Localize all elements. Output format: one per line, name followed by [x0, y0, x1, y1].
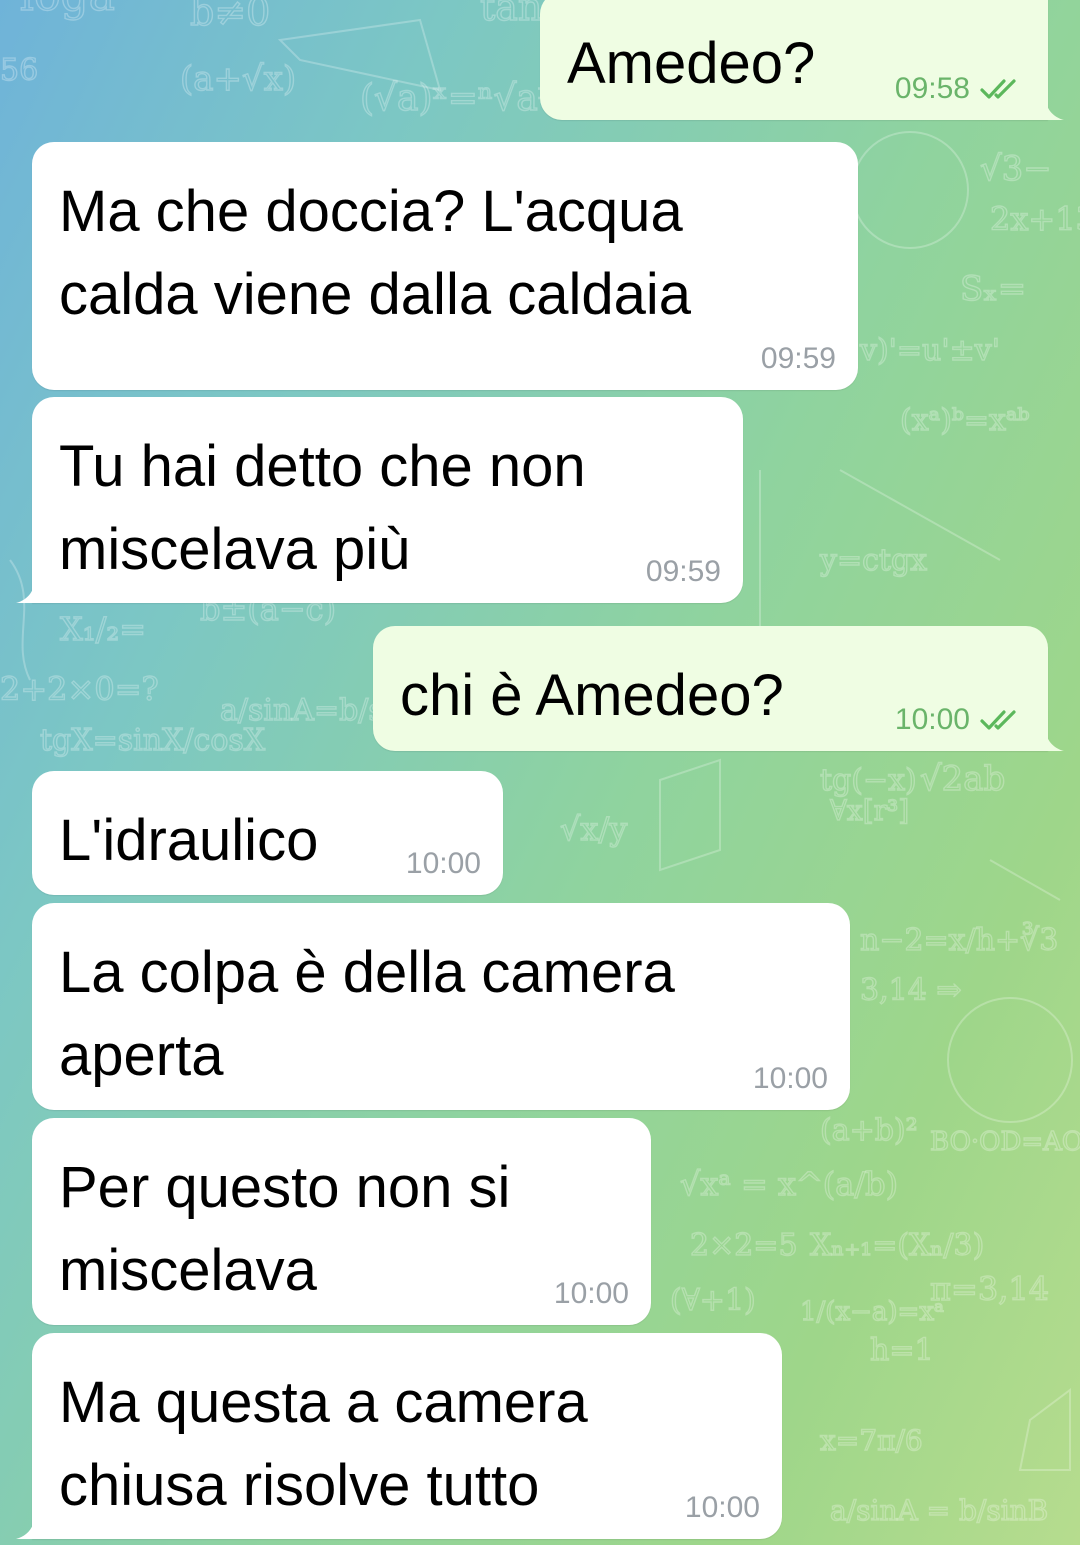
incoming-message-bubble[interactable]: Ma che doccia? L'acqua calda viene dalla… [32, 142, 858, 390]
message-text: Per questo non si miscelava [59, 1155, 511, 1303]
message-timestamp: 10:00 [752, 1062, 828, 1095]
message-meta: 09:59 [761, 342, 836, 376]
svg-text:(√a)ˣ=ⁿ√aˣ: (√a)ˣ=ⁿ√aˣ [360, 78, 553, 119]
message-timestamp: 10:00 [894, 703, 970, 736]
message-text: L'idraulico [59, 808, 319, 873]
message-meta: 10:00 [753, 1062, 828, 1096]
svg-text:2+2×0=?: 2+2×0=? [0, 670, 159, 708]
message-meta: 10:00 [406, 847, 481, 881]
svg-text:tgX=sinX/cosX: tgX=sinX/cosX [40, 723, 266, 758]
svg-text:(xᵃ)ᵇ=xᵃᵇ: (xᵃ)ᵇ=xᵃᵇ [900, 403, 1030, 438]
message-meta: 09:58 [895, 72, 1022, 106]
svg-text:b≠0: b≠0 [190, 0, 270, 34]
svg-text:(a+b)²: (a+b)² [820, 1113, 918, 1148]
message-meta: 10:00 [554, 1277, 629, 1311]
svg-text:X₁/₂=: X₁/₂= [60, 610, 146, 648]
svg-text:BO·OD=AO·O: BO·OD=AO·O [930, 1127, 1080, 1157]
message-meta: 09:59 [646, 555, 721, 589]
svg-text:3,14 ⇒: 3,14 ⇒ [860, 973, 961, 1008]
message-text: Tu hai detto che non miscelava più [59, 434, 586, 582]
svg-text:√3−: √3− [980, 149, 1052, 189]
incoming-message-bubble[interactable]: Tu hai detto che non miscelava più 09:59 [32, 397, 743, 603]
message-timestamp: 10:00 [405, 847, 481, 880]
svg-text:56: 56 [0, 53, 38, 88]
incoming-message-bubble[interactable]: L'idraulico 10:00 [32, 771, 503, 895]
message-text: Ma che doccia? L'acqua calda viene dalla… [59, 179, 691, 327]
message-text: Ma questa a camera chiusa risolve tutto [59, 1370, 588, 1518]
svg-text:√x/y: √x/y [560, 810, 627, 848]
svg-text:tg(−x): tg(−x) [820, 763, 917, 798]
svg-text:loga: loga [20, 0, 115, 21]
svg-text:√2ab: √2ab [920, 759, 1005, 799]
message-text: Amedeo? [567, 31, 816, 96]
svg-text:1/(x−a)=xᵃ: 1/(x−a)=xᵃ [800, 1297, 944, 1327]
svg-text:Xₙ₊₁=(Xₙ/3): Xₙ₊₁=(Xₙ/3) [810, 1228, 984, 1263]
svg-text:tan: tan [480, 0, 542, 29]
svg-text:π=3,14: π=3,14 [930, 1270, 1049, 1308]
svg-text:v)'=u'±v': v)'=u'±v' [859, 333, 1000, 368]
double-check-icon [980, 79, 1016, 99]
message-meta: 10:00 [685, 1491, 760, 1525]
double-check-icon [980, 710, 1016, 730]
svg-text:2x+13: 2x+13 [990, 200, 1080, 238]
svg-text:Sₓ=: Sₓ= [960, 269, 1026, 309]
message-timestamp: 09:59 [645, 555, 721, 588]
outgoing-message-bubble[interactable]: Amedeo? 09:58 [540, 0, 1048, 120]
svg-text:n−2=x/h+∛3: n−2=x/h+∛3 [860, 921, 1058, 958]
svg-text:∀x[r³]: ∀x[r³] [830, 794, 909, 827]
svg-text:y=ctgx: y=ctgx [819, 543, 927, 578]
message-text: La colpa è della camera aperta [59, 940, 675, 1088]
svg-text:x=7π/6: x=7π/6 [820, 1424, 923, 1457]
message-text: chi è Amedeo? [400, 663, 784, 728]
svg-text:a/sinA = b/sinB: a/sinA = b/sinB [830, 1494, 1048, 1527]
svg-text:(a+√x): (a+√x) [180, 59, 296, 99]
svg-text:2×2=5: 2×2=5 [690, 1228, 798, 1263]
incoming-message-bubble[interactable]: Ma questa a camera chiusa risolve tutto 1… [32, 1333, 782, 1539]
message-timestamp: 10:00 [553, 1277, 629, 1310]
message-meta: 10:00 [895, 703, 1022, 737]
outgoing-message-bubble[interactable]: chi è Amedeo? 10:00 [373, 626, 1048, 751]
message-timestamp: 10:00 [684, 1491, 760, 1524]
message-timestamp: 09:58 [894, 72, 970, 105]
svg-text:(∀+1): (∀+1) [670, 1283, 756, 1318]
incoming-message-bubble[interactable]: Per questo non si miscelava 10:00 [32, 1118, 651, 1325]
svg-text:√xᵃ = x^(a/b): √xᵃ = x^(a/b) [680, 1165, 898, 1203]
incoming-message-bubble[interactable]: La colpa è della camera aperta 10:00 [32, 903, 850, 1110]
message-timestamp: 09:59 [760, 342, 836, 375]
svg-text:h=1: h=1 [870, 1333, 934, 1368]
